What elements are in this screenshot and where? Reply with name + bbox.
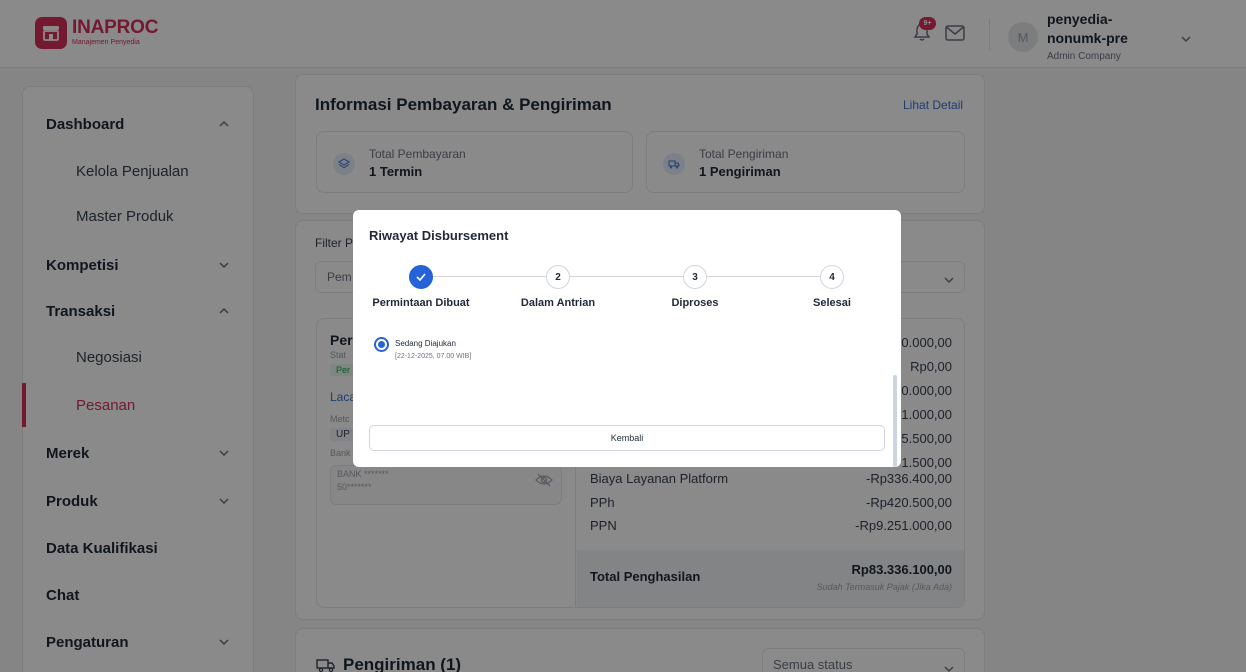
disbursement-history-modal: Riwayat Disbursement 2 3 4 Permintaan Di…	[353, 210, 901, 467]
step-1-label: Permintaan Dibuat	[372, 297, 470, 309]
modal-scrollbar[interactable]	[893, 375, 897, 467]
step-4-indicator: 4	[820, 265, 844, 289]
step-3-indicator: 3	[683, 265, 707, 289]
status-timestamp: [22-12-2025, 07.00 WIB]	[395, 353, 472, 360]
status-radio[interactable]	[374, 337, 389, 352]
stepper-connector	[433, 276, 546, 277]
status-name: Sedang Diajukan	[395, 339, 456, 348]
step-1-check-icon	[409, 265, 433, 289]
step-2-indicator: 2	[546, 265, 570, 289]
step-3-label: Diproses	[671, 297, 719, 309]
stepper-connector	[707, 276, 820, 277]
radio-dot	[378, 341, 385, 348]
stepper-connector	[570, 276, 683, 277]
step-2-label: Dalam Antrian	[520, 297, 596, 309]
modal-title: Riwayat Disbursement	[369, 228, 509, 243]
back-button[interactable]: Kembali	[369, 425, 885, 451]
step-4-label: Selesai	[813, 297, 851, 309]
